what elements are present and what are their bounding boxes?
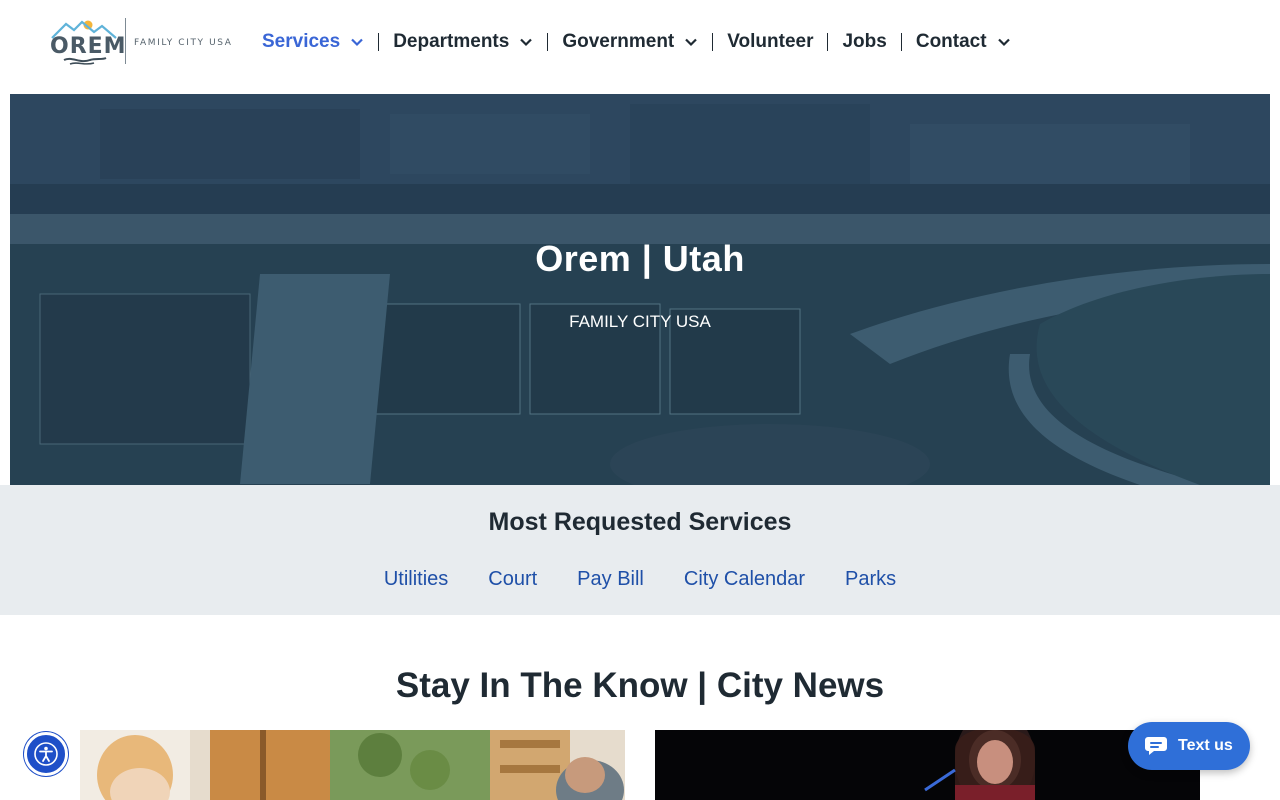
chevron-down-icon xyxy=(520,38,533,47)
accessibility-icon xyxy=(34,742,58,766)
nav-divider xyxy=(378,33,380,51)
logo-tagline: FAMILY CITY USA xyxy=(134,38,233,48)
nav-divider xyxy=(900,33,902,51)
hero-subtitle: FAMILY CITY USA xyxy=(569,312,711,331)
nav-jobs[interactable]: Jobs xyxy=(832,26,896,58)
chevron-down-icon xyxy=(685,38,698,47)
nav-government[interactable]: Government xyxy=(552,26,708,58)
chevron-down-icon xyxy=(997,38,1010,47)
hero-overlay xyxy=(10,94,1270,485)
chat-bubble-icon xyxy=(1145,737,1167,755)
news-card-image xyxy=(655,730,1200,800)
nav-label: Contact xyxy=(915,31,987,52)
orem-logo[interactable]: OREM FAMILY CITY USA xyxy=(50,16,240,68)
section-title: Most Requested Services xyxy=(488,508,792,536)
nav-services[interactable]: Services xyxy=(252,26,374,58)
nav-divider xyxy=(547,33,549,51)
nav-departments[interactable]: Departments xyxy=(383,26,543,58)
logo-wordmark: OREM xyxy=(50,34,127,59)
nav-label: Departments xyxy=(393,31,510,52)
text-us-button[interactable]: Text us xyxy=(1128,722,1250,770)
hero-title: Orem | Utah xyxy=(535,238,745,279)
logo-mark: OREM xyxy=(50,16,126,68)
link-city-calendar[interactable]: City Calendar xyxy=(684,568,805,591)
news-card[interactable] xyxy=(655,730,1200,800)
main-nav: Services Departments Government Voluntee… xyxy=(252,26,1021,58)
nav-contact[interactable]: Contact xyxy=(906,26,1021,58)
nav-divider xyxy=(712,33,714,51)
service-links: Utilities Court Pay Bill City Calendar P… xyxy=(0,568,1280,591)
nav-label: Government xyxy=(562,31,675,52)
site-header: OREM FAMILY CITY USA Services Department… xyxy=(0,0,1280,84)
nav-divider xyxy=(827,33,829,51)
nav-label: Services xyxy=(262,31,341,52)
logo-divider xyxy=(125,18,126,64)
nav-volunteer[interactable]: Volunteer xyxy=(717,26,823,58)
text-us-label: Text us xyxy=(1178,737,1233,754)
hero-banner: Orem | Utah FAMILY CITY USA xyxy=(10,94,1270,485)
link-parks[interactable]: Parks xyxy=(845,568,896,591)
link-utilities[interactable]: Utilities xyxy=(384,568,448,591)
link-pay-bill[interactable]: Pay Bill xyxy=(577,568,644,591)
accessibility-button[interactable] xyxy=(24,732,68,776)
chevron-down-icon xyxy=(351,38,363,47)
nav-label: Jobs xyxy=(842,31,887,52)
most-requested-services: Most Requested Services Utilities Court … xyxy=(0,485,1280,615)
link-court[interactable]: Court xyxy=(488,568,537,591)
news-section-title: Stay In The Know | City News xyxy=(395,666,885,705)
news-card[interactable] xyxy=(80,730,625,800)
nav-label: Volunteer xyxy=(727,31,814,52)
news-card-image xyxy=(80,730,625,800)
